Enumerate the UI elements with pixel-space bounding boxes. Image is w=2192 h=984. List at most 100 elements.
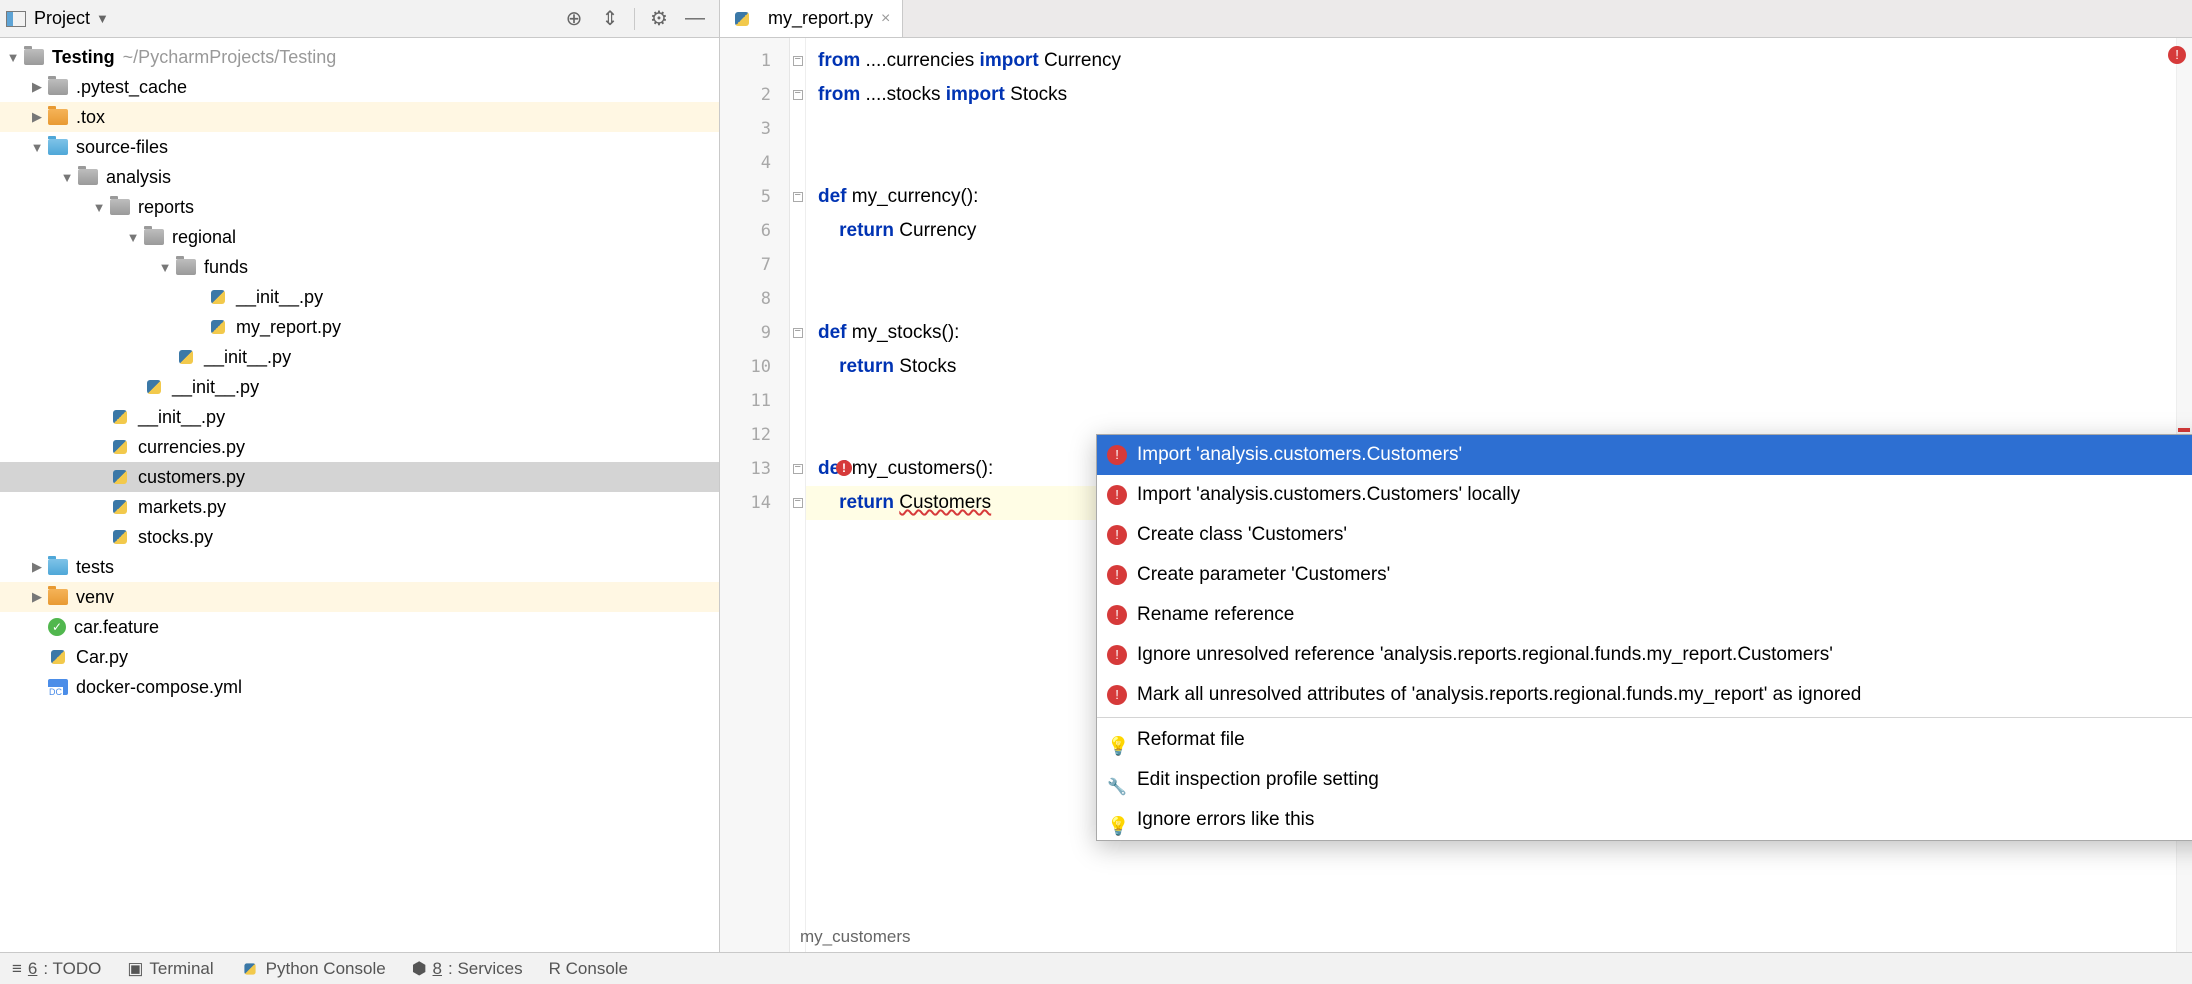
popup-item-rename[interactable]: !Rename reference▶ <box>1097 595 2192 635</box>
fold-toggle-icon[interactable] <box>793 56 803 66</box>
tree-item-venv[interactable]: ▶ venv <box>0 582 719 612</box>
arrow-down-icon[interactable]: ▼ <box>60 170 74 185</box>
status-terminal[interactable]: ▣Terminal <box>127 959 213 979</box>
code-line-2[interactable]: from ....stocks import Stocks <box>806 78 2176 112</box>
tree-item-currencies[interactable]: currencies.py <box>0 432 719 462</box>
hide-icon[interactable]: — <box>681 5 709 33</box>
error-indicator-icon[interactable]: ! <box>2168 46 2186 64</box>
status-python-console[interactable]: Python Console <box>240 959 386 979</box>
line-number: 5 <box>720 180 789 214</box>
unresolved-reference[interactable]: Customers <box>899 492 991 513</box>
fold-toggle-icon[interactable] <box>793 498 803 508</box>
tree-item-reports[interactable]: ▼reports <box>0 192 719 222</box>
tree-item-analysis[interactable]: ▼analysis <box>0 162 719 192</box>
bulb-icon <box>1107 730 1127 750</box>
popup-item-import-locally[interactable]: !Import 'analysis.customers.Customers' l… <box>1097 475 2192 515</box>
tab-my-report[interactable]: my_report.py × <box>720 0 903 37</box>
error-mark[interactable] <box>2178 428 2190 432</box>
fold-toggle-icon[interactable] <box>793 328 803 338</box>
tree-item-pytest-cache[interactable]: ▶.pytest_cache <box>0 72 719 102</box>
code-line-9[interactable]: def my_stocks(): <box>806 316 2176 350</box>
code-line-7[interactable] <box>806 248 2176 282</box>
code-line-5[interactable]: def my_currency(): <box>806 180 2176 214</box>
arrow-right-icon[interactable]: ▶ <box>30 589 44 605</box>
fold-toggle-icon[interactable] <box>793 90 803 100</box>
project-tree[interactable]: ▼Testing~/PycharmProjects/Testing ▶.pyte… <box>0 38 719 952</box>
code-line-6[interactable]: return Currency <box>806 214 2176 248</box>
tree-item-source-files[interactable]: ▼source-files <box>0 132 719 162</box>
breadcrumb-item[interactable]: my_customers <box>800 927 911 947</box>
arrow-right-icon[interactable]: ▶ <box>30 559 44 575</box>
gear-icon[interactable]: ⚙ <box>645 5 673 33</box>
popup-label: Ignore errors like this <box>1137 803 1314 837</box>
arrow-down-icon[interactable]: ▼ <box>30 140 44 155</box>
close-icon[interactable]: × <box>881 10 890 28</box>
code-line-10[interactable]: return Stocks <box>806 350 2176 384</box>
tree-item-car-feature[interactable]: ✓car.feature <box>0 612 719 642</box>
tree-item-reports-init[interactable]: __init__.py <box>0 372 719 402</box>
folder-excluded-icon <box>48 589 68 605</box>
tree-label: __init__.py <box>204 347 291 368</box>
popup-item-create-class[interactable]: !Create class 'Customers'▶ <box>1097 515 2192 555</box>
tree-label: customers.py <box>138 467 245 488</box>
arrow-down-icon[interactable]: ▼ <box>6 50 20 65</box>
tree-item-my-report[interactable]: my_report.py <box>0 312 719 342</box>
tree-item-analysis-init[interactable]: __init__.py <box>0 402 719 432</box>
folder-icon <box>24 49 44 65</box>
error-icon: ! <box>1107 485 1127 505</box>
arrow-down-icon[interactable]: ▼ <box>126 230 140 245</box>
fold-toggle-icon[interactable] <box>793 464 803 474</box>
popup-item-edit-inspection[interactable]: Edit inspection profile setting <box>1097 760 2192 800</box>
tree-item-markets[interactable]: markets.py <box>0 492 719 522</box>
status-r-console[interactable]: R Console <box>549 959 628 979</box>
popup-item-ignore-ref[interactable]: !Ignore unresolved reference 'analysis.r… <box>1097 635 2192 675</box>
tree-item-tox[interactable]: ▶.tox <box>0 102 719 132</box>
locate-icon[interactable]: ⊕ <box>560 5 588 33</box>
code-line-3[interactable] <box>806 112 2176 146</box>
intention-bulb-error-icon[interactable]: ! <box>836 460 852 476</box>
arrow-down-icon[interactable]: ▼ <box>92 200 106 215</box>
tree-item-regional[interactable]: ▼regional <box>0 222 719 252</box>
tree-label: venv <box>76 587 114 608</box>
popup-item-ignore-errors[interactable]: Ignore errors like this <box>1097 800 2192 840</box>
code-line-11[interactable] <box>806 384 2176 418</box>
tree-item-funds-init[interactable]: __init__.py <box>0 282 719 312</box>
collapse-all-icon[interactable]: ⇕ <box>596 5 624 33</box>
tree-item-regional-init[interactable]: __init__.py <box>0 342 719 372</box>
line-number: 12 <box>720 418 789 452</box>
tree-item-tests[interactable]: ▶tests <box>0 552 719 582</box>
tree-item-stocks[interactable]: stocks.py <box>0 522 719 552</box>
popup-item-reformat[interactable]: Reformat file▶ <box>1097 720 2192 760</box>
folder-source-icon <box>48 139 68 155</box>
arrow-right-icon[interactable]: ▶ <box>30 79 44 95</box>
tree-root[interactable]: ▼Testing~/PycharmProjects/Testing <box>0 42 719 72</box>
code-line-1[interactable]: from ....currencies import Currency <box>806 44 2176 78</box>
python-file-icon <box>110 527 130 547</box>
breadcrumb[interactable]: my_customers <box>780 922 931 952</box>
popup-item-import[interactable]: !Import 'analysis.customers.Customers'▶ <box>1097 435 2192 475</box>
code-line-4[interactable] <box>806 146 2176 180</box>
line-number: 8 <box>720 282 789 316</box>
tree-item-funds[interactable]: ▼funds <box>0 252 719 282</box>
tree-item-car-py[interactable]: Car.py <box>0 642 719 672</box>
editor[interactable]: 1 2 3 4 5 6 7 8 9 10 11 12 13 14 <box>720 38 2192 952</box>
project-title[interactable]: Project <box>34 8 90 29</box>
tree-label: my_report.py <box>236 317 341 338</box>
status-todo[interactable]: ≡6: TODO <box>12 959 101 979</box>
fold-toggle-icon[interactable] <box>793 192 803 202</box>
bulb-icon <box>1107 810 1127 830</box>
line-number: 11 <box>720 384 789 418</box>
code-area[interactable]: from ....currencies import Currency from… <box>806 38 2176 952</box>
project-name: Testing <box>52 47 115 68</box>
arrow-right-icon[interactable]: ▶ <box>30 109 44 125</box>
code-line-8[interactable] <box>806 282 2176 316</box>
popup-label: Import 'analysis.customers.Customers' <box>1137 438 1462 472</box>
chevron-down-icon[interactable]: ▼ <box>96 11 109 26</box>
line-number: 6 <box>720 214 789 248</box>
status-services[interactable]: ⬢8: Services <box>412 959 523 979</box>
popup-item-create-parameter[interactable]: !Create parameter 'Customers'▶ <box>1097 555 2192 595</box>
tree-item-docker[interactable]: docker-compose.yml <box>0 672 719 702</box>
tree-item-customers[interactable]: customers.py <box>0 462 719 492</box>
arrow-down-icon[interactable]: ▼ <box>158 260 172 275</box>
popup-item-mark-ignored[interactable]: !Mark all unresolved attributes of 'anal… <box>1097 675 2192 715</box>
